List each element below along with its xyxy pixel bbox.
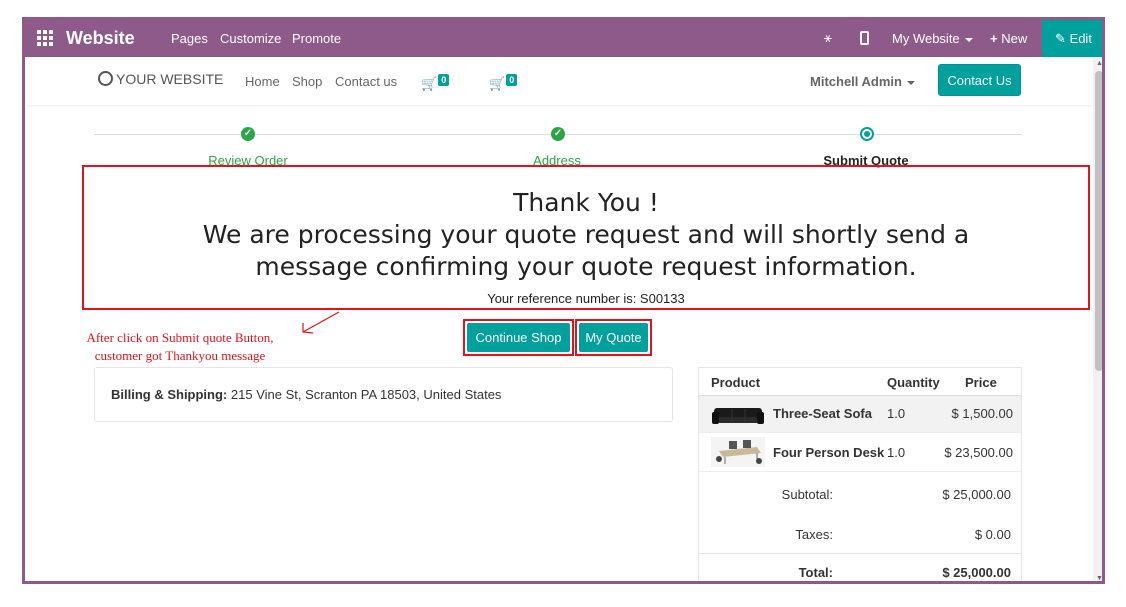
my-quote-button[interactable]: My Quote	[579, 323, 648, 352]
taxes-value: $ 0.00	[974, 527, 1011, 542]
subtotal-row: Subtotal: $ 25,000.00	[699, 472, 1021, 512]
thank-you-message: We are processing your quote request and…	[202, 220, 970, 281]
user-menu[interactable]: Mitchell Admin	[810, 74, 915, 89]
product-name[interactable]: Three-Seat Sofa	[773, 406, 872, 421]
billing-label: Billing & Shipping:	[111, 387, 228, 402]
apps-grid-icon[interactable]	[37, 30, 53, 46]
subtotal-value: $ 25,000.00	[942, 487, 1011, 502]
subtotal-label: Subtotal:	[781, 487, 833, 502]
app-title: Website	[66, 28, 135, 48]
cart-count-badge: 0	[438, 74, 450, 86]
product-price: $ 23,500.00	[944, 445, 1013, 460]
annotation-note: After click on Submit quote Button, cust…	[65, 329, 295, 365]
nav-home[interactable]: Home	[245, 74, 280, 89]
check-icon: ✓	[551, 127, 565, 141]
pencil-icon: ✎	[1055, 31, 1066, 46]
shopping-cart[interactable]: 🛒 0	[421, 74, 450, 92]
website-switcher[interactable]: My Website	[892, 31, 973, 46]
edit-button-label: Edit	[1069, 31, 1092, 46]
reference-number: Your reference number is: S00133	[487, 291, 685, 306]
caret-down-icon	[964, 37, 973, 42]
header-quantity: Quantity	[887, 375, 940, 390]
menu-customize[interactable]: Customize	[220, 31, 281, 46]
menu-pages[interactable]: Pages	[171, 31, 208, 46]
caret-down-icon	[906, 80, 915, 85]
order-line: Three-Seat Sofa 1.0 $ 1,500.00	[699, 396, 1021, 433]
product-qty: 1.0	[887, 406, 906, 421]
website-topbar: Website Pages Customize Promote ⚹ My Web…	[25, 20, 1102, 57]
total-value: $ 25,000.00	[942, 565, 1011, 580]
order-line: Four Person Desk 1.0 $ 23,500.00	[699, 433, 1021, 472]
site-navbar: YOUR WEBSITE Home Shop Contact us 🛒 0 🛒 0 …	[25, 57, 1093, 105]
order-summary: Product Quantity Price Three-Seat Sofa 1…	[698, 367, 1022, 581]
globe-icon	[98, 71, 113, 86]
desk-image	[711, 437, 765, 467]
sofa-image	[712, 408, 764, 424]
taxes-label: Taxes:	[795, 527, 833, 542]
plus-icon: +	[990, 31, 998, 46]
new-button-label: New	[1001, 31, 1028, 46]
nav-contact-us[interactable]: Contact us	[335, 74, 397, 89]
scroll-up-icon[interactable]: ▲	[1096, 60, 1102, 67]
cart-icon: 🛒	[421, 76, 438, 91]
scroll-down-icon[interactable]: ▼	[1096, 575, 1102, 581]
annotation-arrow-icon	[302, 311, 340, 334]
billing-shipping-card: Billing & Shipping: 215 Vine St, Scranto…	[94, 367, 673, 422]
page-scrollbar[interactable]: ▲ ▼	[1093, 57, 1102, 581]
annotation-line-1: After click on Submit quote Button,	[86, 330, 274, 345]
nav-shop[interactable]: Shop	[292, 74, 322, 89]
website-switcher-label: My Website	[892, 31, 960, 46]
browser-frame: Website Pages Customize Promote ⚹ My Web…	[22, 17, 1105, 584]
new-button[interactable]: + New	[990, 31, 1027, 46]
total-row: Total: $ 25,000.00	[699, 554, 1021, 581]
product-qty: 1.0	[887, 445, 906, 460]
thank-you-title: Thank You !	[513, 188, 659, 217]
continue-shop-highlight: Continue Shop	[463, 319, 574, 356]
site-logo-text: YOUR WEBSITE	[116, 71, 224, 87]
user-name: Mitchell Admin	[810, 74, 902, 89]
cart-icon: 🛒	[489, 76, 506, 91]
quote-cart[interactable]: 🛒 0	[489, 74, 518, 92]
my-quote-highlight: My Quote	[575, 319, 652, 356]
check-icon: ✓	[241, 127, 255, 141]
header-product: Product	[711, 375, 761, 390]
continue-shop-button[interactable]: Continue Shop	[467, 323, 570, 352]
order-header-row: Product Quantity Price	[699, 368, 1021, 396]
header-price: Price	[965, 375, 997, 390]
menu-promote[interactable]: Promote	[292, 31, 341, 46]
product-name[interactable]: Four Person Desk	[773, 445, 884, 460]
contact-us-button[interactable]: Contact Us	[938, 64, 1021, 96]
current-step-icon	[860, 127, 874, 141]
scrollbar-thumb[interactable]	[1095, 71, 1102, 371]
product-price: $ 1,500.00	[951, 406, 1013, 421]
quote-count-badge: 0	[506, 74, 518, 86]
mobile-preview-icon[interactable]	[860, 31, 869, 45]
thank-you-message-box: Thank You ! We are processing your quote…	[82, 165, 1090, 310]
taxes-row: Taxes: $ 0.00	[699, 512, 1021, 554]
billing-address: 215 Vine St, Scranton PA 18503, United S…	[230, 387, 502, 402]
annotation-line-2: customer got Thankyou message	[94, 348, 266, 363]
total-label: Total:	[798, 565, 833, 580]
site-logo[interactable]: YOUR WEBSITE	[98, 71, 223, 87]
bug-icon[interactable]: ⚹	[824, 30, 832, 46]
edit-button[interactable]: ✎ Edit	[1042, 20, 1102, 57]
